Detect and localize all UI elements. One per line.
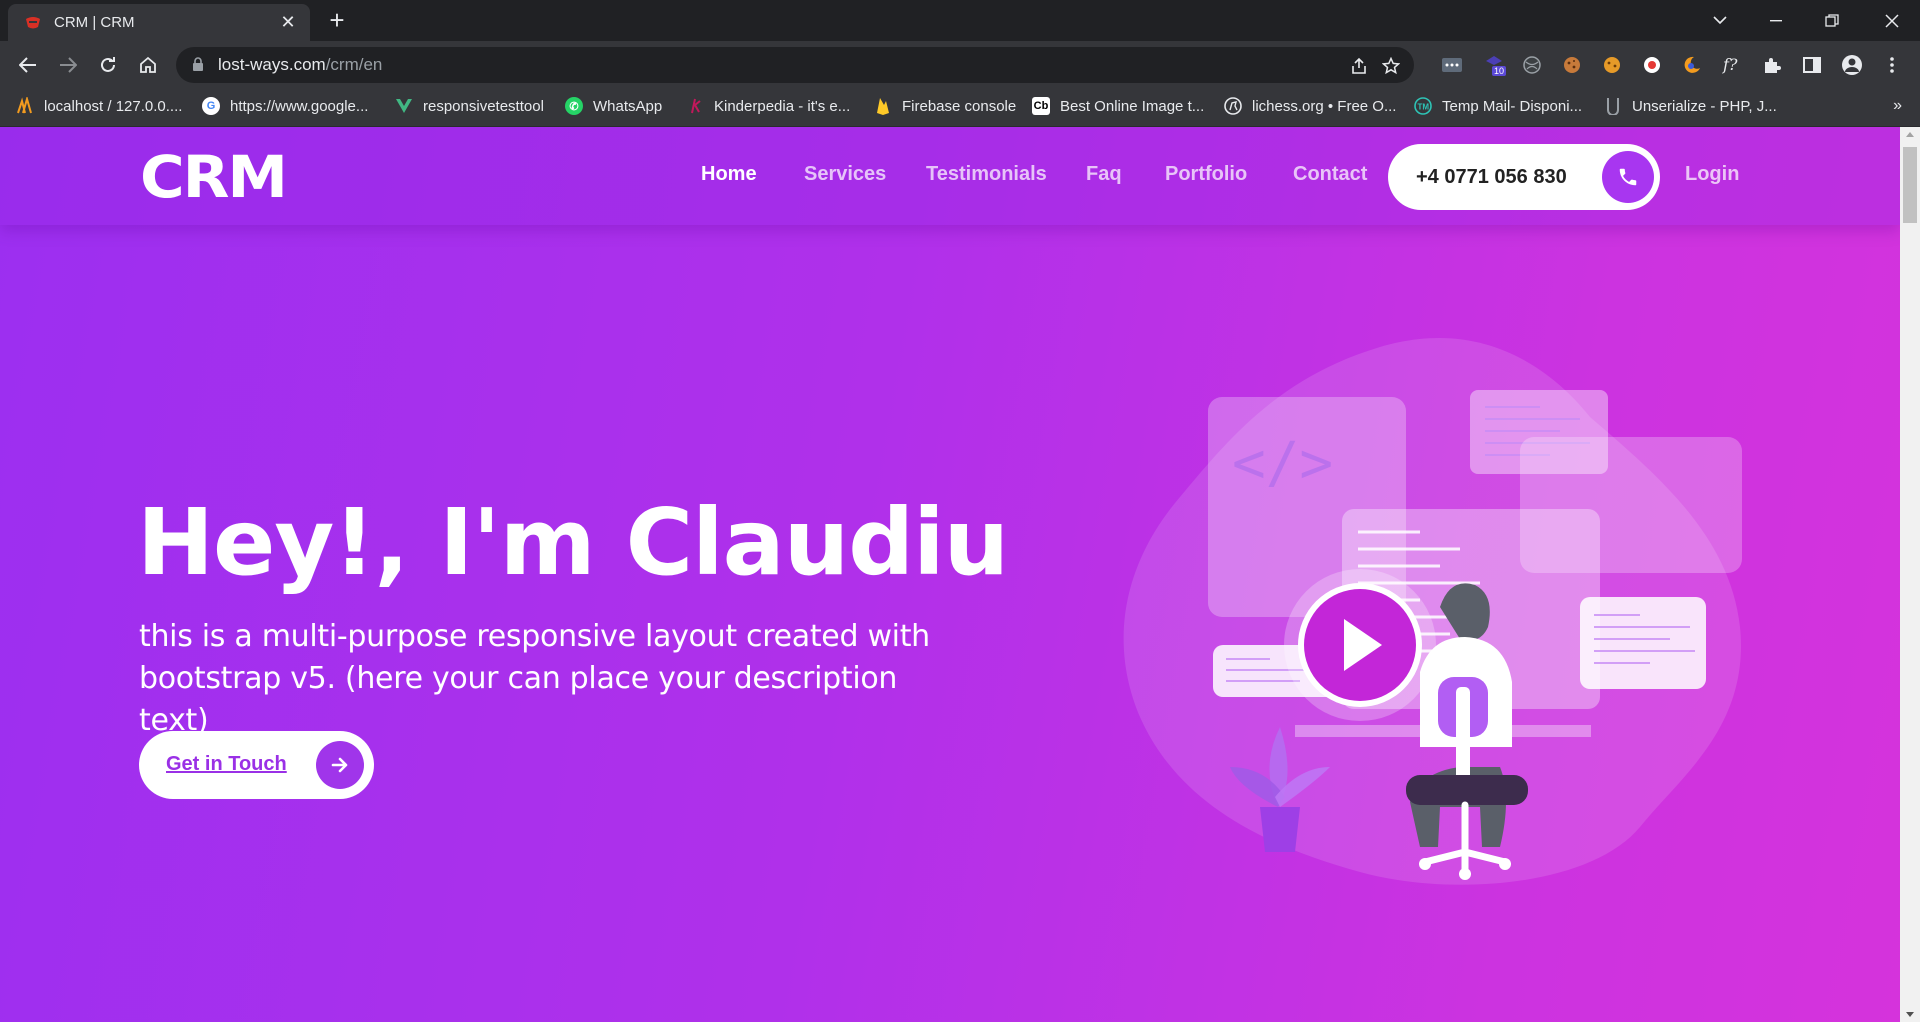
bookmark-responsivetesttool[interactable]: responsivetesttool <box>395 97 544 115</box>
hero-title: Hey!, I'm Claudiu <box>137 489 1009 596</box>
side-panel-icon[interactable] <box>1800 53 1824 77</box>
get-in-touch-button[interactable]: Get in Touch <box>139 731 374 799</box>
nav-contact[interactable]: Contact <box>1293 163 1367 186</box>
bookmark-kinderpedia[interactable]: Kinderpedia - it's e... <box>686 97 850 115</box>
browser-tab[interactable]: CRM | CRM ✕ <box>8 4 310 41</box>
site-logo[interactable]: CRM <box>140 147 288 207</box>
address-bar[interactable]: lost-ways.com/crm/en <box>176 47 1414 83</box>
close-window-icon[interactable] <box>1864 0 1920 41</box>
bookmark-label: Unserialize - PHP, J... <box>1632 97 1777 115</box>
crm-favicon-icon <box>26 16 40 28</box>
moon-extension-icon[interactable] <box>1680 53 1704 77</box>
phpmyadmin-icon <box>16 97 34 115</box>
bookmark-unserialize[interactable]: Unserialize - PHP, J... <box>1604 97 1777 115</box>
bookmark-label: WhatsApp <box>593 97 663 115</box>
page-viewport: CRM Home Services Testimonials Faq Portf… <box>0 127 1900 1022</box>
tab-close-icon[interactable]: ✕ <box>278 12 298 33</box>
site-navbar: CRM Home Services Testimonials Faq Portf… <box>0 127 1900 225</box>
url-text: lost-ways.com/crm/en <box>218 55 383 74</box>
reload-icon[interactable] <box>94 51 122 79</box>
restore-icon[interactable] <box>1804 0 1860 41</box>
tab-title: CRM | CRM <box>54 14 135 31</box>
hero-illustration: </> <box>1123 337 1742 885</box>
function-icon[interactable]: f? <box>1720 53 1744 77</box>
kinderpedia-icon <box>686 97 704 115</box>
bookmark-label: Kinderpedia - it's e... <box>714 97 851 115</box>
record-icon[interactable] <box>1640 53 1664 77</box>
unserialize-icon <box>1604 97 1622 115</box>
bookmark-label: Firebase console <box>902 97 1017 115</box>
bookmark-lichess[interactable]: lichess.org • Free O... <box>1224 97 1396 115</box>
page-scrollbar[interactable] <box>1900 127 1920 1022</box>
tab-bar: CRM | CRM ✕ + <box>0 0 1920 41</box>
login-link[interactable]: Login <box>1685 163 1739 186</box>
tempmail-icon: TM <box>1414 97 1432 115</box>
hero-description: this is a multi-purpose responsive layou… <box>139 619 930 738</box>
cookie-editor-icon[interactable] <box>1600 53 1624 77</box>
bookmark-label: lichess.org • Free O... <box>1252 97 1397 115</box>
lock-icon <box>193 57 203 71</box>
bookmark-image-tool[interactable]: Cb Best Online Image t... <box>1032 97 1204 115</box>
lichess-icon <box>1224 97 1242 115</box>
google-icon: G <box>202 97 220 115</box>
bookmark-google[interactable]: G https://www.google... <box>202 97 368 115</box>
bookmark-star-icon[interactable] <box>1380 55 1402 77</box>
extension-dots-icon[interactable] <box>1440 53 1464 77</box>
bookmark-label: localhost / 127.0.0.... <box>44 97 183 115</box>
bookmark-label: responsivetesttool <box>423 97 544 115</box>
cookie-icon[interactable] <box>1560 53 1584 77</box>
bookmark-label: Temp Mail- Disponi... <box>1442 97 1583 115</box>
home-icon[interactable] <box>134 51 162 79</box>
tab-search-icon[interactable] <box>1692 0 1748 41</box>
extension-badge-icon[interactable]: 10 <box>1482 53 1506 77</box>
back-icon[interactable] <box>14 51 42 79</box>
scroll-thumb[interactable] <box>1903 147 1917 223</box>
nav-testimonials[interactable]: Testimonials <box>926 163 1047 186</box>
bookmark-whatsapp[interactable]: ✆ WhatsApp <box>565 97 662 115</box>
extension-ball-icon[interactable] <box>1520 53 1544 77</box>
minimize-icon[interactable] <box>1748 0 1804 41</box>
bookmark-localhost[interactable]: localhost / 127.0.0.... <box>16 97 182 115</box>
scroll-up-icon[interactable] <box>1906 132 1914 137</box>
svg-text:10: 10 <box>1494 66 1504 76</box>
browser-toolbar: lost-ways.com/crm/en 10 f? <box>0 41 1920 89</box>
profile-icon[interactable] <box>1840 53 1864 77</box>
phone-button[interactable]: +4 0771 056 830 <box>1388 144 1660 210</box>
share-icon[interactable] <box>1348 55 1370 77</box>
bookmark-tempmail[interactable]: TM Temp Mail- Disponi... <box>1414 97 1582 115</box>
svg-text:f?: f? <box>1722 55 1738 74</box>
nav-services[interactable]: Services <box>804 163 886 186</box>
new-tab-icon[interactable]: + <box>322 7 352 33</box>
browser-menu-icon[interactable] <box>1880 53 1904 77</box>
cta-label: Get in Touch <box>166 753 287 775</box>
phone-number: +4 0771 056 830 <box>1416 166 1567 188</box>
bookmark-label: https://www.google... <box>230 97 369 115</box>
vue-icon <box>395 97 413 115</box>
bookmarks-overflow-icon[interactable]: » <box>1893 97 1902 115</box>
bookmark-firebase[interactable]: Firebase console <box>874 97 1016 115</box>
svg-text:TM: TM <box>1418 103 1430 112</box>
phone-icon <box>1602 151 1654 203</box>
nav-portfolio[interactable]: Portfolio <box>1165 163 1247 186</box>
arrow-right-icon <box>316 741 364 789</box>
whatsapp-icon: ✆ <box>565 97 583 115</box>
code-tag: </> <box>1232 431 1333 496</box>
bookmarks-bar: localhost / 127.0.0.... G https://www.go… <box>0 89 1920 127</box>
cb-icon: Cb <box>1032 97 1050 115</box>
puzzle-icon[interactable] <box>1760 53 1784 77</box>
nav-faq[interactable]: Faq <box>1086 163 1122 186</box>
firebase-icon <box>874 97 892 115</box>
scroll-down-icon[interactable] <box>1906 1012 1914 1017</box>
bookmark-label: Best Online Image t... <box>1060 97 1205 115</box>
nav-home[interactable]: Home <box>701 163 757 186</box>
forward-icon[interactable] <box>54 51 82 79</box>
